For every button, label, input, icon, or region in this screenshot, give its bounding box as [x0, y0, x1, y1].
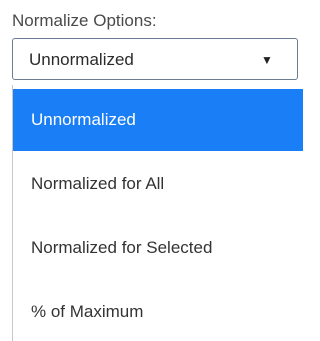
- normalize-options-label: Normalize Options:: [12, 11, 157, 30]
- option-normalized-for-all[interactable]: Normalized for All: [13, 153, 303, 215]
- normalize-options-dropdown-list: Unnormalized Normalized for All Normaliz…: [12, 85, 303, 341]
- chevron-down-icon: ▼: [261, 53, 273, 67]
- normalize-options-panel: Normalize Options: Unnormalized ▼ Unnorm…: [0, 0, 303, 341]
- option-normalized-for-selected[interactable]: Normalized for Selected: [13, 217, 303, 279]
- select-current-value: Unnormalized: [29, 50, 134, 69]
- option-unnormalized[interactable]: Unnormalized: [13, 89, 303, 151]
- normalize-options-select[interactable]: Unnormalized ▼: [12, 38, 298, 80]
- option-percent-of-maximum[interactable]: % of Maximum: [13, 281, 303, 341]
